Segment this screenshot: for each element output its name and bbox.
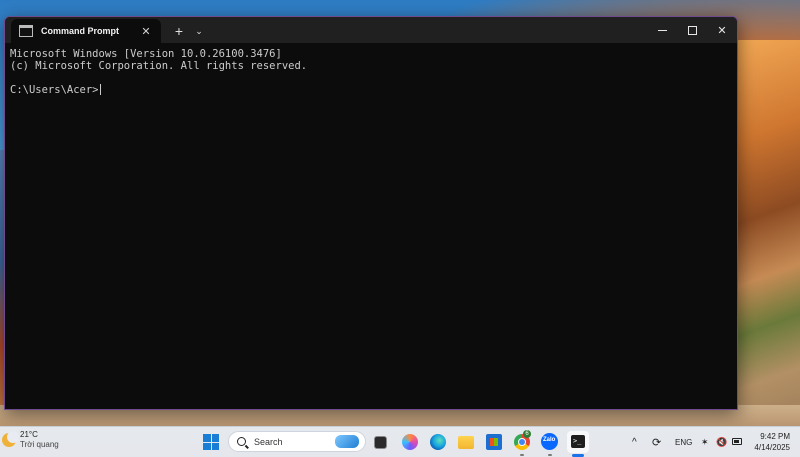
zalo-icon[interactable]: Zalo xyxy=(541,433,558,450)
weather-temperature: 21°C xyxy=(20,430,38,439)
console-output[interactable]: Microsoft Windows [Version 10.0.26100.34… xyxy=(5,43,737,101)
title-bar[interactable]: Command Prompt ✕ + ⌄ ✕ xyxy=(5,17,737,43)
volume-muted-icon[interactable]: 🔇 xyxy=(716,427,727,457)
sync-icon[interactable]: ⟳ xyxy=(652,427,661,457)
system-clock[interactable]: 9:42 PM 4/14/2025 xyxy=(754,431,790,453)
wifi-icon[interactable]: ✶ xyxy=(701,427,709,457)
terminal-icon: >_ xyxy=(571,435,585,448)
chevron-down-icon[interactable]: ⌄ xyxy=(189,21,209,41)
chrome-notification-badge: 6 xyxy=(523,430,531,438)
wallpaper-rock-formation xyxy=(730,40,800,430)
task-view-icon[interactable] xyxy=(374,436,387,449)
copilot-icon[interactable] xyxy=(402,434,418,450)
window-controls: ✕ xyxy=(647,17,737,43)
maximize-button[interactable] xyxy=(677,17,707,43)
console-prompt: C:\Users\Acer> xyxy=(10,84,99,96)
zalo-running-indicator xyxy=(548,454,552,456)
console-line: Microsoft Windows [Version 10.0.26100.34… xyxy=(10,48,282,60)
search-icon xyxy=(237,437,246,446)
microsoft-store-icon[interactable] xyxy=(486,434,502,450)
terminal-taskbar-icon[interactable]: >_ xyxy=(567,431,589,453)
chrome-running-indicator xyxy=(520,454,524,456)
clock-time: 9:42 PM xyxy=(760,432,790,441)
console-line: (c) Microsoft Corporation. All rights re… xyxy=(10,60,308,72)
search-label: Search xyxy=(254,436,283,447)
zalo-label: Zalo xyxy=(543,437,556,443)
taskbar: 21°C Trời quang Search 6 Zalo >_ ^ ⟳ ENG… xyxy=(0,426,800,457)
battery-icon[interactable] xyxy=(732,438,742,445)
tab-command-prompt[interactable]: Command Prompt ✕ xyxy=(11,19,161,43)
search-box[interactable]: Search xyxy=(228,431,366,452)
windows-logo-icon xyxy=(203,434,211,442)
moon-icon xyxy=(2,431,19,447)
weather-widget[interactable]: 21°C Trời quang xyxy=(2,430,59,450)
clock-date: 4/14/2025 xyxy=(754,443,790,452)
file-explorer-icon[interactable] xyxy=(458,436,474,449)
new-tab-button[interactable]: + xyxy=(169,21,189,41)
start-button[interactable] xyxy=(203,434,219,450)
chevron-up-icon[interactable]: ^ xyxy=(632,427,637,457)
close-window-button[interactable]: ✕ xyxy=(707,17,737,43)
console-prompt-line[interactable]: C:\Users\Acer> xyxy=(10,84,732,96)
weather-condition: Trời quang xyxy=(20,440,59,449)
tab-title: Command Prompt xyxy=(41,26,120,36)
search-highlight-icon xyxy=(335,435,359,448)
language-indicator[interactable]: ENG xyxy=(675,427,692,457)
minimize-button[interactable] xyxy=(647,17,677,43)
console-icon xyxy=(19,25,33,37)
close-tab-icon[interactable]: ✕ xyxy=(139,25,153,38)
command-prompt-window[interactable]: Command Prompt ✕ + ⌄ ✕ Microsoft Windows… xyxy=(4,16,738,410)
text-cursor xyxy=(99,84,101,95)
edge-browser-icon[interactable] xyxy=(430,434,446,450)
